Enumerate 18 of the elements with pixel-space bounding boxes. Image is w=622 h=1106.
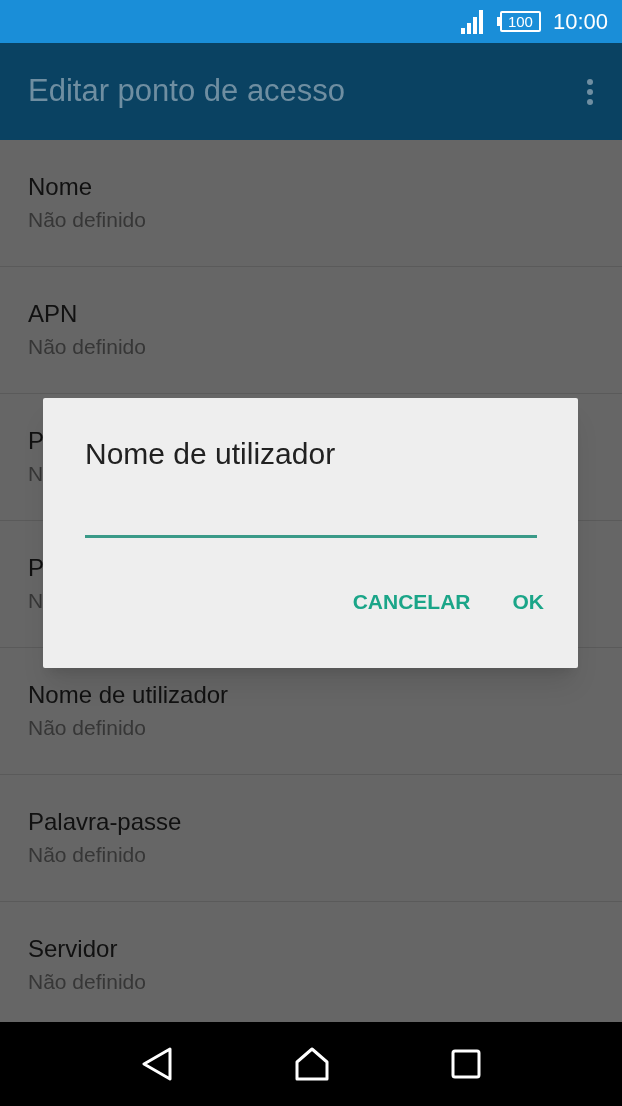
setting-label: Palavra-passe (28, 807, 182, 837)
setting-label: APN (28, 299, 78, 329)
home-icon[interactable] (294, 1047, 330, 1081)
clock-time: 10:00 (552, 8, 608, 36)
cancel-button[interactable]: CANCELAR (335, 576, 488, 628)
more-options-icon[interactable] (586, 78, 594, 105)
battery-icon: 100 (496, 11, 541, 32)
setting-label: Servidor (28, 934, 118, 964)
setting-label: Nome de utilizador (28, 680, 229, 710)
setting-label: P (28, 426, 44, 456)
setting-label: P (28, 553, 44, 583)
ok-button[interactable]: OK (495, 576, 561, 628)
signal-icon (458, 9, 485, 34)
recents-icon[interactable] (451, 1049, 482, 1079)
back-icon[interactable] (140, 1047, 173, 1081)
app-title: Editar ponto de acesso (28, 72, 346, 111)
setting-label: Nome (28, 172, 93, 202)
dialog-title: Nome de utilizador (85, 436, 337, 472)
